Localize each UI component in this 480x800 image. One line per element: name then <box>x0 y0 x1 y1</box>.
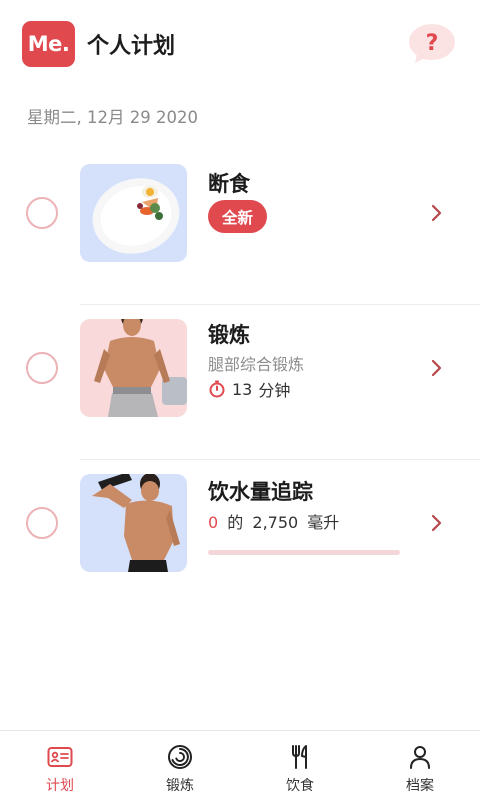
tab-label: 档案 <box>406 778 434 794</box>
water-progress-bar <box>208 550 400 555</box>
water-intake-summary: 0 的 2,750 毫升 <box>208 509 339 533</box>
stopwatch-icon <box>208 380 226 398</box>
man-drinking-image <box>80 474 187 572</box>
page-title: 个人计划 <box>87 34 176 59</box>
tab-label: 锻炼 <box>166 778 194 794</box>
tab-workout[interactable]: 锻炼 <box>120 731 240 800</box>
bottom-tab-bar: 计划 锻炼 饮食 档案 <box>0 730 480 800</box>
app-header: Me. 个人计划 ? <box>0 0 480 90</box>
question-bubble-icon: ? <box>409 24 455 63</box>
water-goal: 2,750 <box>252 513 299 532</box>
workout-name: 腿部综合锻炼 <box>208 355 305 374</box>
svg-text:?: ? <box>426 31 439 56</box>
tab-label: 饮食 <box>286 778 314 794</box>
man-workout-image <box>80 319 187 417</box>
tab-profile[interactable]: 档案 <box>360 731 480 800</box>
new-badge: 全新 <box>208 200 268 233</box>
plan-card-workout[interactable]: 锻炼 腿部综合锻炼 13 分钟 <box>0 305 480 460</box>
complete-checkbox[interactable] <box>26 197 58 229</box>
plan-title: 锻炼 <box>208 323 250 347</box>
person-icon <box>409 743 431 771</box>
chevron-right-icon <box>431 514 442 532</box>
water-of: 的 <box>227 513 244 532</box>
fitness-ring-icon <box>167 743 193 771</box>
tab-diet[interactable]: 饮食 <box>240 731 360 800</box>
plan-title: 饮水量追踪 <box>208 480 313 504</box>
complete-checkbox[interactable] <box>26 352 58 384</box>
help-button[interactable]: ? <box>408 22 456 64</box>
current-date: 星期二, 12月 29 2020 <box>27 108 198 127</box>
duration-value: 13 <box>232 379 253 399</box>
plan-card-fasting[interactable]: 断食 全新 <box>0 150 480 305</box>
plan-card-water[interactable]: 饮水量追踪 0 的 2,750 毫升 <box>0 460 480 615</box>
water-current: 0 <box>208 513 219 532</box>
tab-plan[interactable]: 计划 <box>0 731 120 800</box>
chevron-right-icon <box>431 359 442 377</box>
fork-knife-icon <box>289 743 311 771</box>
duration-unit: 分钟 <box>258 381 291 400</box>
tab-label: 计划 <box>46 778 74 794</box>
plan-title: 断食 <box>208 172 250 196</box>
workout-duration: 13 分钟 <box>208 377 290 401</box>
id-card-icon <box>47 743 73 771</box>
app-logo: Me. <box>22 21 75 67</box>
complete-checkbox[interactable] <box>26 507 58 539</box>
chevron-right-icon <box>431 204 442 222</box>
meal-plate-image <box>80 164 187 262</box>
water-unit: 毫升 <box>307 513 340 532</box>
